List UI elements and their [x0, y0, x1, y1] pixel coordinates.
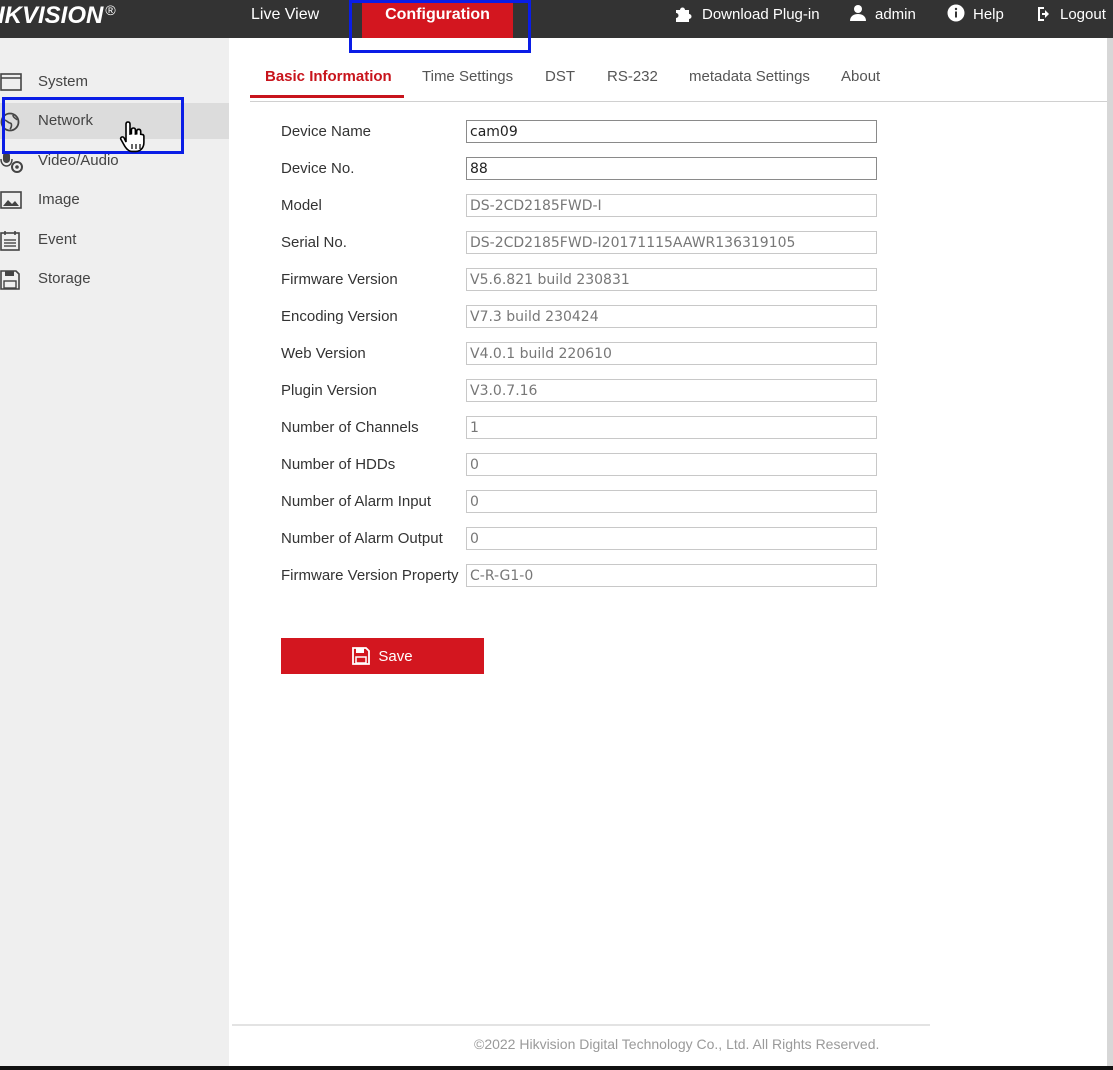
- config-tabs: Basic Information Time Settings DST RS-2…: [250, 58, 1107, 102]
- field-label: Device No.: [281, 160, 355, 177]
- nav-live-view[interactable]: Live View: [251, 0, 319, 38]
- device-name-input[interactable]: [466, 120, 877, 143]
- serial-no-field: [466, 231, 877, 254]
- firmware-version-field: [466, 268, 877, 291]
- user-icon: [850, 5, 866, 21]
- alarm-input-field: [466, 490, 877, 513]
- hand-cursor-icon: [119, 121, 145, 153]
- alarm-output-field: [466, 527, 877, 550]
- help-link[interactable]: Help: [947, 0, 1004, 30]
- download-plugin-link[interactable]: Download Plug-in: [674, 0, 820, 30]
- encoding-version-field: [466, 305, 877, 328]
- field-label: Number of Alarm Output: [281, 530, 443, 547]
- field-label: Number of Channels: [281, 419, 419, 436]
- field-label: Serial No.: [281, 234, 347, 251]
- configuration-highlight-box: [349, 0, 531, 53]
- tab-about[interactable]: About: [841, 58, 880, 100]
- tab-rs232[interactable]: RS-232: [607, 58, 658, 100]
- field-label: Number of Alarm Input: [281, 493, 432, 510]
- window-right-edge: [1107, 38, 1113, 1070]
- sidebar-item-event[interactable]: Event: [0, 222, 229, 258]
- model-field: [466, 194, 877, 217]
- storage-icon: [0, 270, 20, 290]
- footer-copyright: ©2022 Hikvision Digital Technology Co., …: [474, 1036, 880, 1052]
- number-of-hdds-field: [466, 453, 877, 476]
- web-version-field: [466, 342, 877, 365]
- field-label: Firmware Version: [281, 271, 398, 288]
- video-audio-icon: [0, 152, 23, 173]
- tab-time-settings[interactable]: Time Settings: [422, 58, 513, 100]
- field-label: Web Version: [281, 345, 366, 362]
- field-label: Model: [281, 197, 322, 214]
- firmware-version-property-field: [466, 564, 877, 587]
- tab-basic-information[interactable]: Basic Information: [250, 58, 404, 98]
- field-label: Plugin Version: [281, 382, 377, 399]
- field-label: Firmware Version Property: [281, 567, 459, 584]
- save-button[interactable]: Save: [281, 638, 484, 674]
- sidebar-item-system[interactable]: System: [0, 64, 229, 100]
- top-bar: IKVISION ® Live View Configuration Downlo…: [0, 0, 1113, 38]
- sidebar-item-image[interactable]: Image: [0, 182, 229, 218]
- event-icon: [0, 231, 20, 251]
- puzzle-icon: [676, 7, 692, 22]
- field-label: Encoding Version: [281, 308, 398, 325]
- device-no-input[interactable]: [466, 157, 877, 180]
- logout-link[interactable]: Logout: [1036, 0, 1106, 30]
- sidebar-item-storage[interactable]: Storage: [0, 261, 229, 297]
- tab-metadata-settings[interactable]: metadata Settings: [689, 58, 810, 100]
- admin-user-link[interactable]: admin: [849, 0, 916, 30]
- hikvision-logo: IKVISION ®: [0, 2, 116, 29]
- field-label: Device Name: [281, 123, 372, 140]
- image-icon: [0, 191, 22, 209]
- footer-divider: [232, 1024, 930, 1026]
- plugin-version-field: [466, 379, 877, 402]
- field-label: Number of HDDs: [281, 456, 396, 473]
- number-of-channels-field: [466, 416, 877, 439]
- window-bottom-edge: [0, 1066, 1113, 1070]
- tab-dst[interactable]: DST: [545, 58, 575, 100]
- logout-icon: [1038, 7, 1049, 21]
- info-icon: [947, 4, 965, 22]
- system-icon: [0, 73, 22, 91]
- floppy-disk-icon: [352, 647, 371, 665]
- network-highlight-box: [2, 97, 184, 154]
